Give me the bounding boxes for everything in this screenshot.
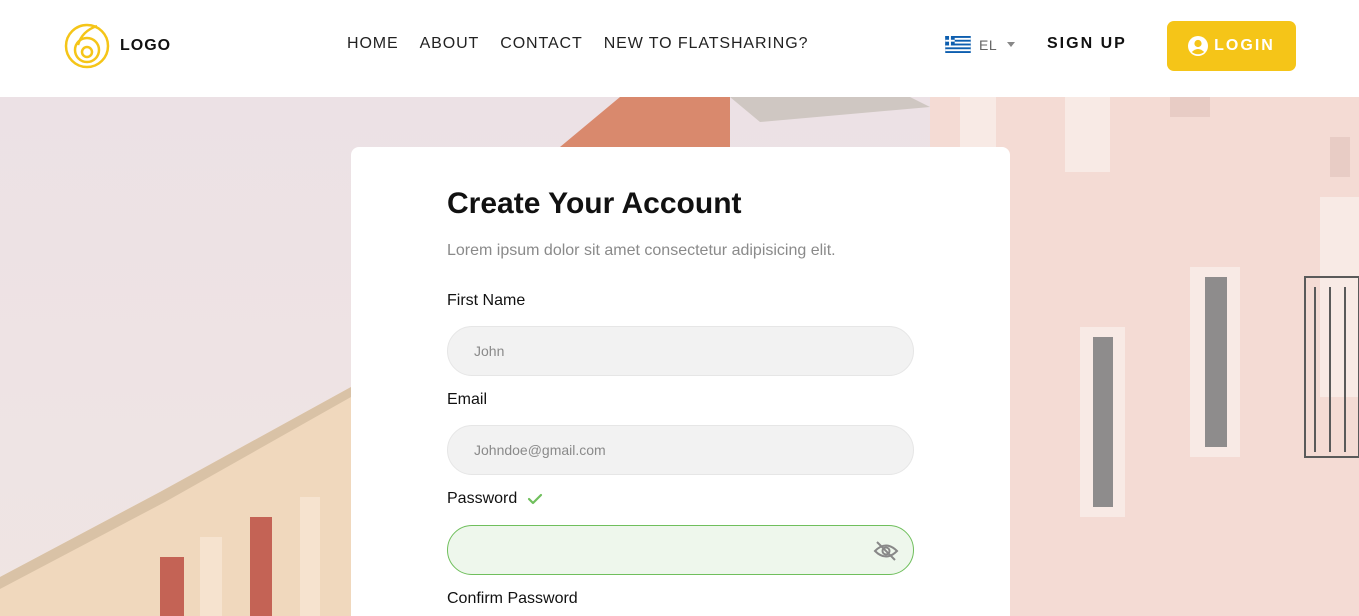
language-selector[interactable]: EL — [945, 36, 1016, 53]
spiral-logo-icon — [64, 23, 110, 69]
nav-home[interactable]: HOME — [347, 35, 399, 53]
email-label-text: Email — [447, 391, 488, 408]
logo[interactable]: LOGO — [64, 21, 171, 70]
header: LOGO HOME ABOUT CONTACT NEW TO FLATSHARI… — [0, 0, 1359, 97]
form-title: Create Your Account — [447, 187, 742, 220]
first-name-label: First Name — [447, 292, 525, 310]
eye-off-icon[interactable] — [873, 539, 899, 563]
language-code: EL — [979, 36, 998, 53]
confirm-password-label-text: Confirm Password — [447, 590, 578, 607]
email-label: Email — [447, 391, 487, 409]
confirm-password-label: Confirm Password — [447, 590, 578, 608]
first-name-label-text: First Name — [447, 292, 526, 309]
signup-form-card: Create Your Account Lorem ipsum dolor si… — [351, 147, 1010, 616]
password-label: Password — [447, 490, 543, 508]
email-field[interactable]: Johndoe@gmail.com — [447, 425, 914, 475]
main-nav: HOME ABOUT CONTACT NEW TO FLATSHARING? — [347, 35, 808, 53]
logo-text: LOGO — [120, 36, 172, 54]
nav-about[interactable]: ABOUT — [420, 35, 480, 53]
signup-button[interactable]: SIGN UP — [1047, 35, 1127, 53]
chevron-down-icon — [1007, 42, 1016, 47]
first-name-field[interactable]: John — [447, 326, 914, 376]
password-field[interactable] — [447, 525, 914, 575]
check-icon — [528, 493, 543, 505]
login-button[interactable]: LOGIN — [1167, 21, 1296, 71]
login-label: LOGIN — [1214, 37, 1275, 54]
form-subtitle: Lorem ipsum dolor sit amet consectetur a… — [447, 242, 836, 259]
nav-new-to-flatsharing[interactable]: NEW TO FLATSHARING? — [604, 35, 809, 53]
password-label-text: Password — [447, 490, 518, 507]
first-name-placeholder: John — [474, 343, 505, 359]
greek-flag-icon — [945, 36, 971, 53]
email-placeholder: Johndoe@gmail.com — [474, 442, 606, 458]
user-circle-icon — [1188, 36, 1209, 56]
nav-contact[interactable]: CONTACT — [500, 35, 582, 53]
